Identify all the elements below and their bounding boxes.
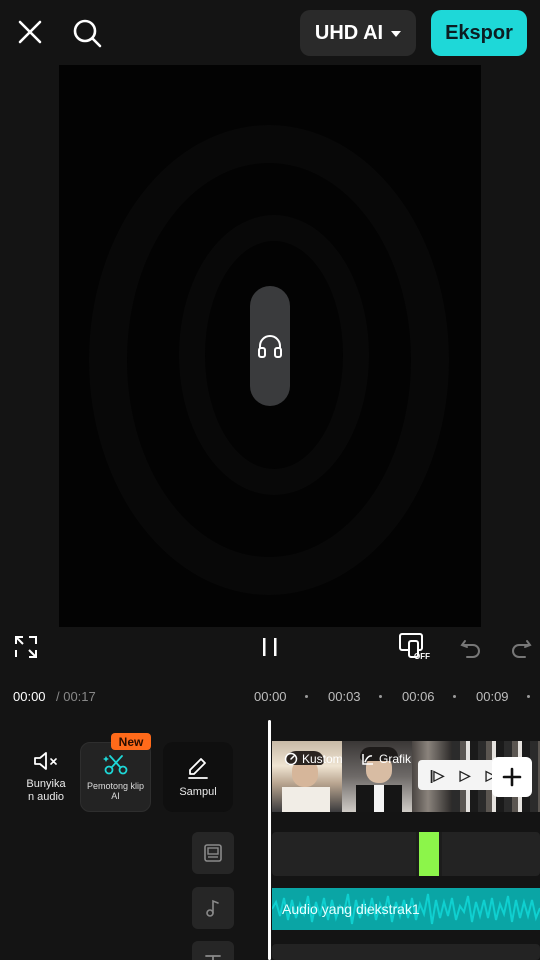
- pause-icon: [263, 638, 277, 656]
- resolution-dropdown[interactable]: UHD AI: [300, 10, 416, 56]
- ruler-tick-label: 00:00: [254, 689, 287, 704]
- ai-clip-cutter-label: Pemotong klip AI: [86, 781, 145, 801]
- audio-only-indicator: [250, 286, 290, 406]
- resolution-label: UHD AI: [314, 21, 384, 44]
- ai-scissors-icon: [102, 755, 127, 775]
- pause-button[interactable]: [256, 632, 284, 662]
- mute-audio-label: Bunyika n audio: [26, 778, 66, 803]
- redo-icon: [512, 640, 532, 658]
- ruler-dot: [453, 695, 456, 698]
- video-editor-screen: UHD AI Ekspor OFF 00:00 / 00:17 00:00 00…: [0, 0, 540, 960]
- undo-button[interactable]: [458, 634, 484, 660]
- current-time: 00:00: [13, 689, 46, 704]
- transition-icon: ▷: [459, 766, 471, 783]
- search-button[interactable]: [68, 14, 106, 52]
- text-icon: [205, 955, 221, 960]
- ruler-dot: [379, 695, 382, 698]
- close-icon: [18, 20, 42, 44]
- overlay-track-icon: [204, 844, 222, 862]
- playhead[interactable]: [268, 720, 271, 960]
- device-preview-toggle[interactable]: OFF: [396, 630, 434, 666]
- graph-icon: [362, 754, 373, 765]
- fullscreen-button[interactable]: [12, 633, 40, 661]
- plus-icon: [502, 767, 522, 787]
- search-icon: [73, 19, 102, 48]
- redo-button[interactable]: [508, 634, 534, 660]
- audio-track-label: Audio yang diekstrak1: [282, 901, 420, 917]
- clip-tag-label: Grafik: [379, 752, 412, 766]
- new-badge: New: [111, 733, 151, 750]
- music-note-icon: [206, 899, 219, 917]
- clip-tag-graph[interactable]: Grafik: [361, 749, 411, 769]
- transition-icon: |▷: [429, 766, 445, 783]
- close-button[interactable]: [12, 14, 48, 50]
- text-track-button[interactable]: [192, 941, 234, 960]
- speaker-muted-icon: [34, 752, 57, 770]
- ai-clip-cutter-button[interactable]: Pemotong klip AI: [80, 742, 151, 812]
- fullscreen-icon: [15, 636, 37, 658]
- add-clip-button[interactable]: [492, 757, 532, 797]
- clip-tag-custom[interactable]: Kustom: [284, 749, 343, 769]
- cover-label: Sampul: [179, 786, 217, 798]
- ruler-tick-label: 00:03: [328, 689, 361, 704]
- speed-gauge-icon: [284, 752, 298, 766]
- audio-track-button[interactable]: [192, 887, 234, 929]
- total-time: / 00:17: [56, 689, 96, 704]
- chevron-down-icon: [391, 31, 402, 37]
- headphones-icon: [258, 335, 282, 358]
- cover-button[interactable]: Sampul: [163, 742, 233, 812]
- clip-tag-label: Kustom: [302, 752, 343, 766]
- undo-icon: [460, 640, 480, 658]
- export-button[interactable]: Ekspor: [431, 10, 527, 56]
- overlay-track-button[interactable]: [192, 832, 234, 874]
- effect-clip[interactable]: [416, 832, 442, 876]
- ruler-tick-label: 00:06: [402, 689, 435, 704]
- text-track[interactable]: [272, 944, 540, 960]
- ruler-dot: [527, 695, 530, 698]
- off-label: OFF: [414, 652, 430, 661]
- ruler-tick-label: 00:09: [476, 689, 509, 704]
- overlay-track[interactable]: [272, 832, 540, 876]
- pencil-icon: [188, 758, 208, 779]
- mute-audio-button[interactable]: Bunyika n audio: [10, 742, 82, 812]
- ruler-dot: [305, 695, 308, 698]
